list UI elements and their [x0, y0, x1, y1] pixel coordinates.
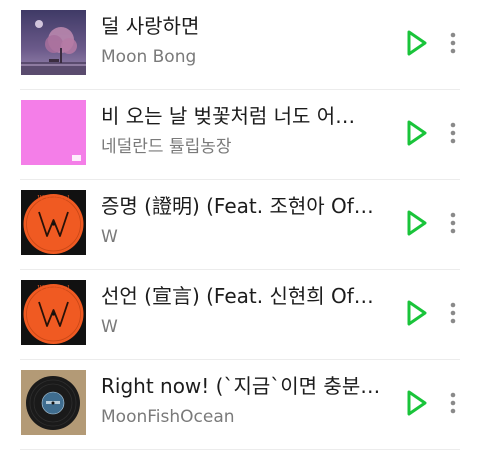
album-art-image [21, 100, 86, 165]
more-vertical-icon [450, 212, 456, 234]
track-title[interactable]: 덜 사랑하면 [101, 13, 386, 39]
album-art-image: W & Jewel [21, 280, 86, 345]
album-art-orange-vinyl: W & Jewel [21, 190, 86, 255]
album-art-text: W & Jewel [38, 195, 70, 202]
play-button[interactable] [402, 387, 432, 419]
play-button[interactable] [402, 27, 432, 59]
more-vertical-icon [450, 122, 456, 144]
track-row[interactable]: 덜 사랑하면 Moon Bong [0, 0, 480, 90]
album-art-text: W & Jewel [38, 285, 70, 292]
row-divider [20, 449, 460, 450]
play-icon [407, 390, 427, 416]
track-row[interactable]: Right now! (`지금`이면 충분… MoonFishOcean [0, 360, 480, 450]
more-options-button[interactable] [444, 207, 462, 239]
album-art-orange-vinyl: W & Jewel [21, 280, 86, 345]
play-icon [407, 210, 427, 236]
album-art-black-vinyl [21, 370, 86, 435]
play-button[interactable] [402, 117, 432, 149]
track-title[interactable]: 선언 (宣言) (Feat. 신현희 Of… [101, 283, 386, 309]
track-artist[interactable]: W [101, 315, 386, 339]
more-options-button[interactable] [444, 387, 462, 419]
track-row[interactable]: W & Jewel 선언 (宣言) (Feat. 신현희 Of… W [0, 270, 480, 360]
album-art-pink-square [21, 100, 86, 165]
track-list: 덜 사랑하면 Moon Bong 비 오는 날 벚꽃처럼 너도 어… 네덜란드 … [0, 0, 480, 451]
album-art-image [21, 10, 86, 75]
more-options-button[interactable] [444, 27, 462, 59]
more-vertical-icon [450, 392, 456, 414]
play-icon [407, 300, 427, 326]
track-artist[interactable]: W [101, 225, 386, 249]
track-title[interactable]: 비 오는 날 벚꽃처럼 너도 어… [101, 103, 386, 129]
album-art-purple-night-tree [21, 10, 86, 75]
album-art-image: W & Jewel [21, 190, 86, 255]
more-vertical-icon [450, 32, 456, 54]
track-artist[interactable]: Moon Bong [101, 45, 386, 69]
track-artist[interactable]: MoonFishOcean [101, 405, 386, 429]
track-title[interactable]: Right now! (`지금`이면 충분… [101, 373, 386, 399]
play-button[interactable] [402, 297, 432, 329]
play-icon [407, 120, 427, 146]
album-art-image [21, 370, 86, 435]
more-options-button[interactable] [444, 117, 462, 149]
track-artist[interactable]: 네덜란드 튤립농장 [101, 135, 386, 159]
track-row[interactable]: W & Jewel 증명 (證明) (Feat. 조현아 Of… W [0, 180, 480, 270]
more-vertical-icon [450, 302, 456, 324]
track-title[interactable]: 증명 (證明) (Feat. 조현아 Of… [101, 193, 386, 219]
play-button[interactable] [402, 207, 432, 239]
track-row[interactable]: 비 오는 날 벚꽃처럼 너도 어… 네덜란드 튤립농장 [0, 90, 480, 180]
play-icon [407, 30, 427, 56]
more-options-button[interactable] [444, 297, 462, 329]
